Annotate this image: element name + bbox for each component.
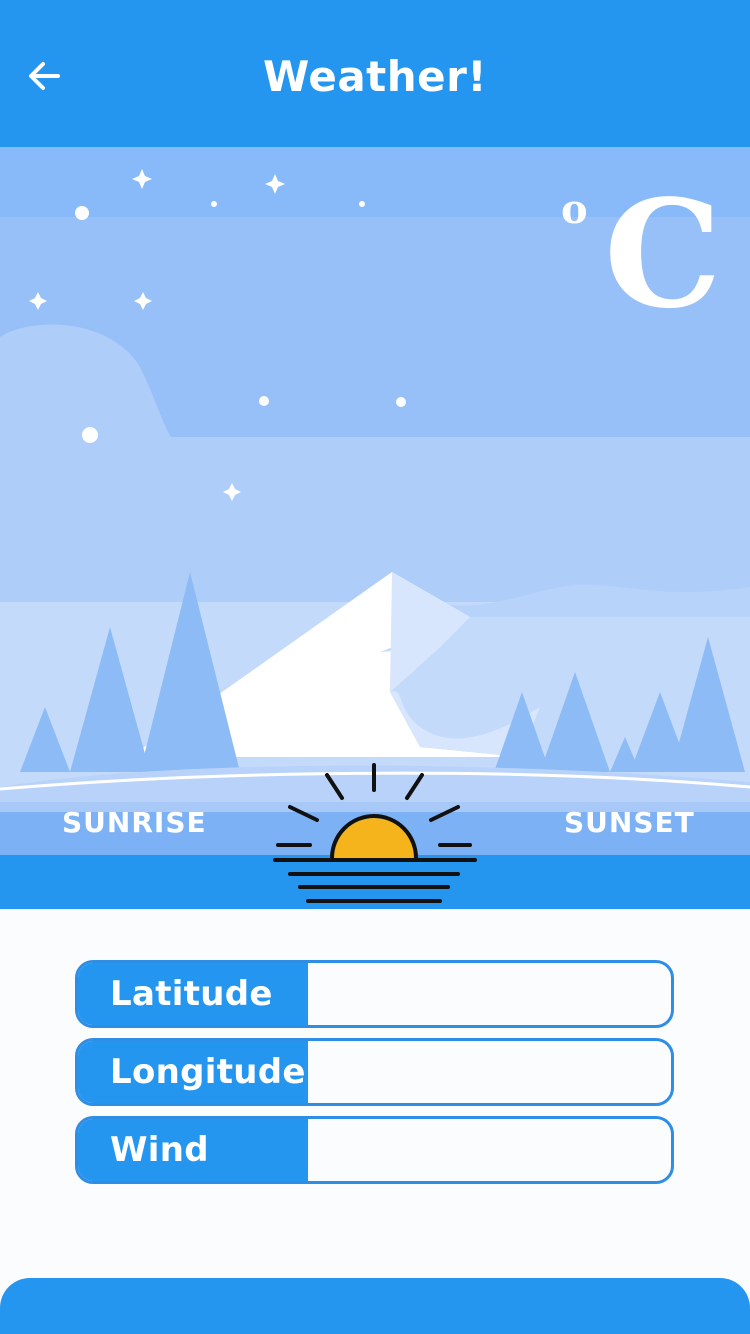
longitude-input[interactable]: [308, 1041, 671, 1103]
wind-field: Wind: [75, 1116, 674, 1184]
latitude-field: Latitude: [75, 960, 674, 1028]
sunrise-label: SUNRISE: [62, 806, 207, 839]
sunrise-icon: [273, 763, 477, 903]
location-info: Latitude Longitude Wind: [75, 960, 674, 1194]
wind-label: Wind: [78, 1119, 308, 1181]
header-bar: Weather!: [0, 0, 750, 147]
page-title: Weather!: [263, 52, 487, 101]
bottom-bar[interactable]: [0, 1278, 750, 1334]
longitude-label: Longitude: [78, 1041, 308, 1103]
temperature-unit: C: [604, 167, 722, 341]
latitude-label: Latitude: [78, 963, 308, 1025]
degree-symbol: o: [561, 186, 588, 233]
latitude-input[interactable]: [308, 963, 671, 1025]
sunset-label: SUNSET: [564, 806, 695, 839]
longitude-field: Longitude: [75, 1038, 674, 1106]
weather-screen: Weather! o C SUNRISE SUNSET Latitude Lon…: [0, 0, 750, 1334]
wind-input[interactable]: [308, 1119, 671, 1181]
